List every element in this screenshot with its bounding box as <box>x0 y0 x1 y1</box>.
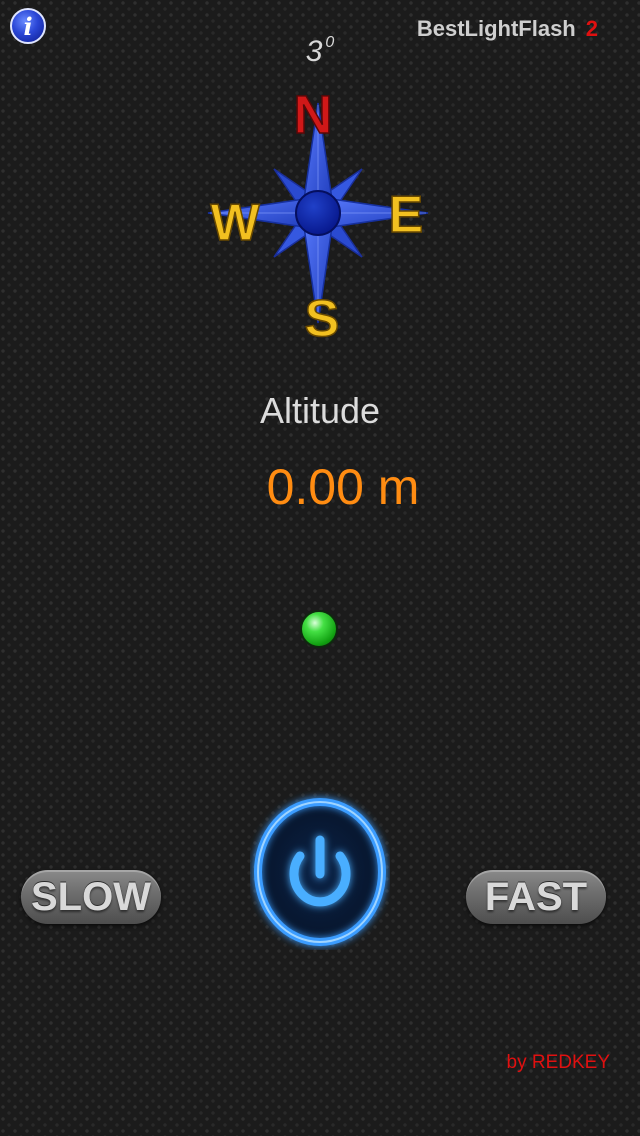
heading-readout: 30 <box>306 34 335 69</box>
fast-button-label: FAST <box>484 874 588 919</box>
info-button[interactable]: i <box>10 8 46 44</box>
app-name: BestLightFlash <box>416 16 576 41</box>
compass-hub <box>295 190 341 236</box>
heading-value: 3 <box>305 35 323 68</box>
app-version: 2 <box>585 16 598 41</box>
app-title: BestLightFlash 2 <box>417 16 598 42</box>
compass-north-label: N <box>294 85 333 145</box>
status-indicator-light <box>300 610 338 648</box>
altitude-value: 0.00 m <box>266 459 420 515</box>
heading-degree-mark: 0 <box>325 34 335 51</box>
compass-east-label: E <box>389 186 424 244</box>
compass-rose: N S E W <box>207 84 429 349</box>
developer-credit: by REDKEY <box>506 1052 610 1073</box>
slow-button[interactable]: SLOW <box>21 870 161 924</box>
slow-button-label: SLOW <box>31 874 151 919</box>
altitude-label: Altitude <box>259 390 381 431</box>
power-button[interactable] <box>250 790 390 950</box>
fast-button[interactable]: FAST <box>466 870 606 924</box>
info-icon: i <box>23 11 33 41</box>
compass-south-label: S <box>305 290 340 348</box>
compass-west-label: W <box>210 194 260 252</box>
